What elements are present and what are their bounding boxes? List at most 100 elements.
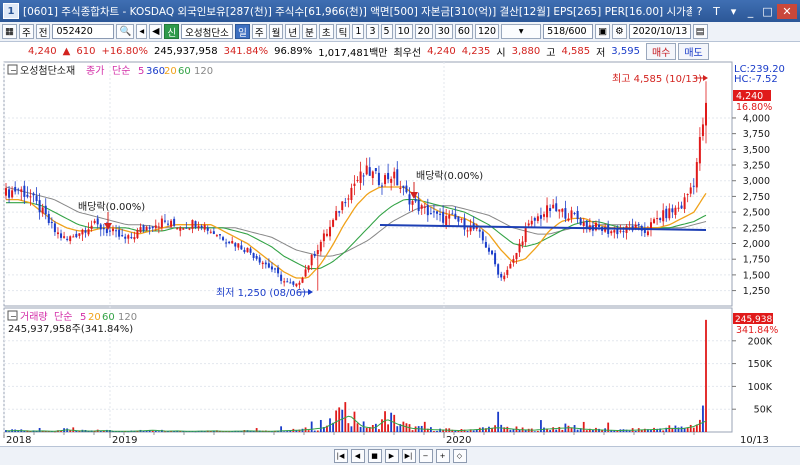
candle-body (576, 210, 579, 220)
volume-bar (570, 428, 573, 432)
tab-year[interactable]: 년 (285, 24, 301, 39)
volume-bar (576, 429, 579, 432)
candle-body (524, 228, 527, 243)
volume-legend-ma20: 20 (88, 312, 101, 323)
candle-body (705, 102, 707, 126)
candle-body (81, 229, 84, 235)
zoom-in-icon[interactable]: + (435, 449, 450, 463)
interval-10[interactable]: 10 (394, 24, 413, 39)
maximize-icon[interactable]: □ (760, 4, 775, 19)
volume-bar (692, 427, 695, 432)
tab-month[interactable]: 월 (268, 24, 284, 39)
tab-week[interactable]: 주 (251, 24, 267, 39)
candle-body (243, 249, 246, 253)
interval-30[interactable]: 30 (434, 24, 453, 39)
candle-body (130, 237, 133, 239)
volume-bar (549, 430, 552, 432)
stock-code-input[interactable]: 052420 (52, 24, 115, 39)
volume-tick-label: 100K (748, 382, 773, 393)
volume-bar (154, 430, 157, 432)
settings-icon[interactable]: ⚙ (612, 24, 627, 39)
candle-body (17, 189, 20, 191)
candle-body (656, 218, 659, 220)
candle-body (197, 225, 200, 229)
candle-body (555, 203, 558, 212)
date-field[interactable]: 2020/10/13 (628, 24, 691, 39)
candle-body (53, 223, 56, 233)
candle-body (310, 254, 313, 266)
sell-button[interactable]: 매도 (678, 42, 709, 60)
interval-60[interactable]: 60 (454, 24, 473, 39)
candle-body (139, 227, 142, 233)
volume-bar (356, 423, 359, 432)
prev-stock-icon[interactable]: ◀ (149, 24, 163, 39)
candle-body (29, 196, 32, 198)
interval-20[interactable]: 20 (414, 24, 433, 39)
close-icon[interactable]: ✕ (777, 3, 797, 19)
legend-stock-name: 오성첨단소재 (20, 65, 75, 77)
market-select[interactable]: 전 (35, 24, 51, 39)
volume-bar (466, 431, 469, 432)
zoom-out-icon[interactable]: − (418, 449, 433, 463)
volume-bar (598, 428, 600, 432)
interval-5[interactable]: 5 (380, 24, 393, 39)
candle-body (191, 220, 194, 229)
next-icon[interactable]: ▶ (384, 449, 399, 463)
candle-body (500, 273, 503, 278)
candle-body (163, 220, 166, 222)
prev-icon[interactable]: ◀ (350, 449, 365, 463)
stock-name-field[interactable]: 오성첨단소 (181, 24, 234, 39)
volume-bar (601, 430, 603, 432)
x-label-2019: 2019 (112, 435, 137, 446)
candle-body (99, 224, 102, 230)
candle-body (188, 228, 191, 230)
volume-bar (72, 427, 75, 432)
tab-second[interactable]: 초 (318, 24, 334, 39)
candle-body (426, 205, 429, 216)
type-select[interactable]: 주 (18, 24, 34, 39)
candle-body (371, 171, 374, 179)
candle-body (319, 241, 322, 252)
tab-tick[interactable]: 틱 (335, 24, 351, 39)
last-icon[interactable]: ▶| (401, 449, 416, 463)
candle-body (451, 213, 454, 215)
help-icon[interactable]: ? (692, 4, 707, 19)
price-tick-label: 3,250 (743, 161, 770, 172)
interval-3[interactable]: 3 (366, 24, 379, 39)
save-icon[interactable]: ▣ (595, 24, 611, 39)
layout-icon[interactable]: ▦ (2, 24, 17, 39)
interval-1[interactable]: 1 (352, 24, 365, 39)
candle-body (439, 213, 442, 215)
data-count-field[interactable]: 518/600 (543, 24, 594, 39)
buy-button[interactable]: 매수 (645, 42, 677, 60)
price-tick-label: 2,500 (743, 208, 770, 219)
first-icon[interactable]: |◀ (333, 449, 348, 463)
hc-value: HC:-7.52 (734, 74, 778, 85)
minimize-icon[interactable]: _ (743, 4, 758, 19)
candle-body (124, 236, 127, 239)
volume-bar (536, 430, 539, 432)
reset-icon[interactable]: ◇ (452, 449, 467, 463)
candle-body (377, 172, 380, 185)
tab-day[interactable]: 일 (235, 24, 250, 39)
candle-body (527, 223, 530, 226)
candle-body (536, 216, 539, 221)
interval-120[interactable]: 120 (474, 24, 500, 39)
stop-icon[interactable]: ■ (367, 449, 382, 463)
volume-bar (494, 425, 496, 432)
candle-body (698, 137, 701, 164)
calendar-icon[interactable]: ▤ (692, 24, 708, 39)
custom-interval-select[interactable]: ▾ (501, 24, 542, 39)
volume-bar (402, 421, 405, 432)
volume-bar (585, 430, 588, 432)
amount-value: 1,017,481백만 (318, 47, 388, 59)
candle-body (423, 206, 426, 208)
search-icon[interactable]: 🔍 (116, 24, 135, 39)
text-icon[interactable]: T (709, 4, 724, 19)
stock-chart[interactable]: 1,250 1,500 1,750 2,000 2,250 2,500 2,750 3,000… (0, 60, 800, 446)
candle-body (463, 218, 466, 230)
volume-bar (561, 429, 564, 432)
tab-minute[interactable]: 분 (302, 24, 317, 39)
pin-icon[interactable]: ▾ (726, 4, 741, 19)
sound-icon[interactable]: ◂ (136, 24, 148, 39)
